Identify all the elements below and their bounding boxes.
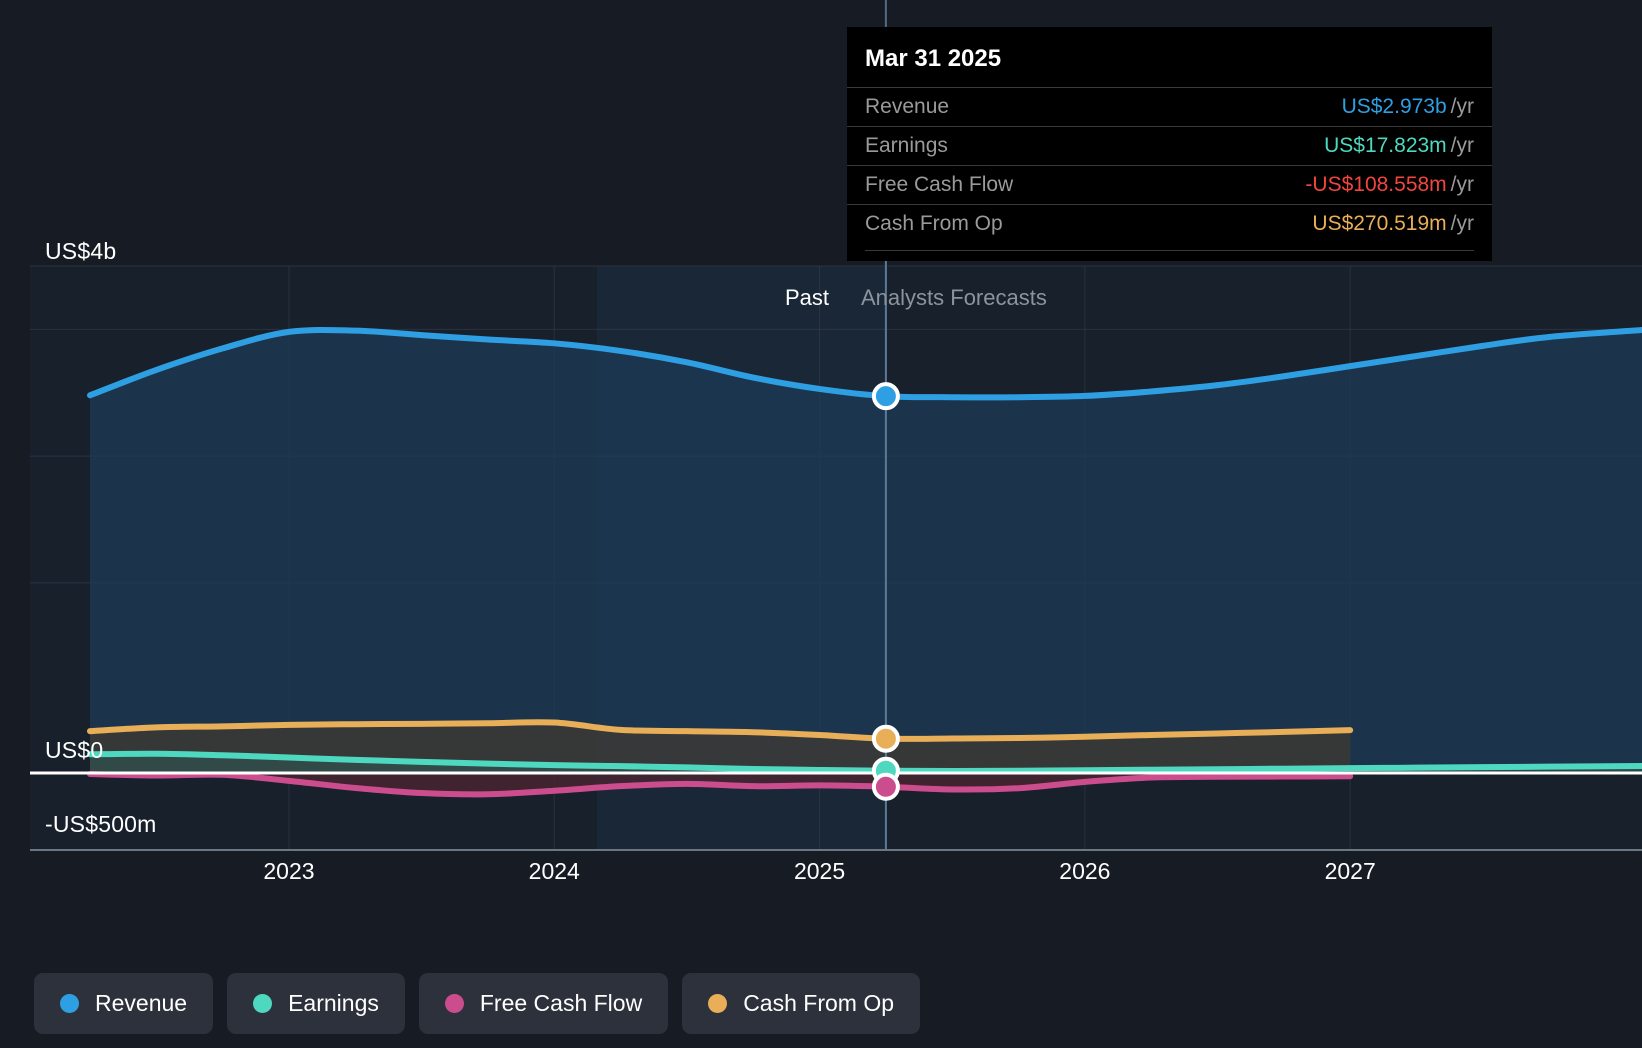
tooltip-row-unit: /yr (1450, 173, 1474, 196)
legend-item-label: Cash From Op (743, 990, 895, 1016)
tooltip-row-label: Free Cash Flow (865, 173, 1014, 196)
forecast-region-label: Analysts Forecasts (861, 285, 1047, 310)
tooltip-row-cash-from-op: Cash From Op US$270.519m/yr (847, 204, 1492, 243)
tooltip-row-value: -US$108.558m (1305, 173, 1447, 196)
legend-item-cash-from-op[interactable]: Cash From Op (682, 973, 921, 1034)
legend-color-dot-icon (708, 994, 728, 1013)
x-axis-tick-2024: 2024 (528, 858, 580, 884)
earnings-revenue-chart: US$4b US$0 -US$500m 2023 2024 2025 2026 2027… (0, 0, 1642, 1048)
data-tooltip: Mar 31 2025 Revenue US$2.973b/yr Earnings U… (847, 27, 1492, 261)
tooltip-row-value: US$2.973b (1341, 95, 1447, 118)
chart-legend[interactable]: Revenue Earnings Free Cash Flow Cash From O… (34, 973, 921, 1034)
tooltip-row-label: Cash From Op (865, 212, 1003, 235)
tooltip-row-value-wrap: US$2.973b/yr (1342, 95, 1474, 119)
tooltip-row-unit: /yr (1450, 95, 1474, 118)
legend-item-label: Free Cash Flow (479, 990, 643, 1016)
tooltip-row-unit: /yr (1450, 212, 1474, 235)
tooltip-row-label: Revenue (865, 95, 950, 118)
legend-color-dot-icon (444, 994, 464, 1013)
tooltip-row-value: US$270.519m (1312, 212, 1447, 235)
legend-color-dot-icon (253, 994, 273, 1013)
tooltip-row-label: Earnings (865, 134, 948, 157)
legend-item-label: Revenue (95, 990, 188, 1016)
y-axis-tick-top: US$4b (45, 238, 117, 264)
tooltip-rows: Revenue US$2.973b/yr Earnings US$17.823m/yr… (847, 87, 1492, 243)
legend-item-free-cash-flow[interactable]: Free Cash Flow (418, 973, 669, 1034)
x-axis-tick-2023: 2023 (263, 858, 315, 884)
past-region-label: Past (785, 285, 830, 310)
legend-item-revenue[interactable]: Revenue (34, 973, 214, 1034)
tooltip-date-title: Mar 31 2025 (865, 45, 1002, 72)
tooltip-row-value-wrap: US$270.519m/yr (1312, 212, 1474, 236)
tooltip-row-value-wrap: US$17.823m/yr (1324, 134, 1474, 158)
y-axis-tick-bottom: -US$500m (45, 811, 157, 837)
tooltip-row-value-wrap: -US$108.558m/yr (1305, 173, 1474, 197)
tooltip-row-free-cash-flow: Free Cash Flow -US$108.558m/yr (847, 165, 1492, 204)
tooltip-row-value: US$17.823m (1324, 134, 1447, 157)
marker-free-cash-flow[interactable] (871, 772, 900, 801)
marker-revenue[interactable] (871, 382, 900, 411)
tooltip-row-revenue: Revenue US$2.973b/yr (847, 87, 1492, 126)
tooltip-bottom-rule (865, 250, 1474, 251)
tooltip-row-unit: /yr (1450, 134, 1474, 157)
legend-item-label: Earnings (288, 990, 379, 1016)
y-axis-tick-zero: US$0 (45, 737, 104, 763)
marker-cash-from-op[interactable] (871, 724, 900, 753)
legend-color-dot-icon (60, 994, 79, 1013)
legend-item-earnings[interactable]: Earnings (227, 973, 405, 1034)
x-axis-tick-2025: 2025 (793, 858, 846, 884)
x-axis-tick-2026: 2026 (1059, 858, 1111, 884)
x-axis-tick-2027: 2027 (1324, 858, 1376, 884)
tooltip-row-earnings: Earnings US$17.823m/yr (847, 126, 1492, 165)
